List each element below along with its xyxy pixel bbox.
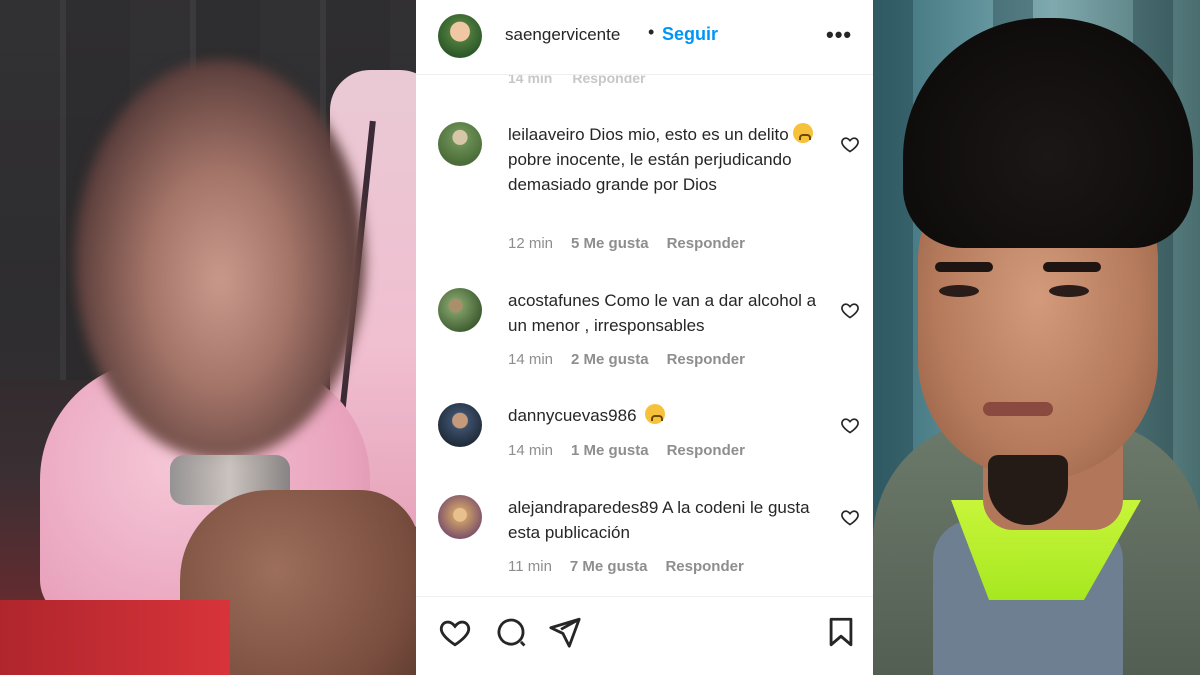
right-photo-man-portrait [873, 0, 1200, 675]
mouth [983, 402, 1053, 416]
right-eye [1049, 285, 1089, 297]
surprised-face-icon [645, 404, 666, 424]
comment-reply-button[interactable]: Responder [667, 442, 745, 459]
comment-meta: 12 min 5 Me gusta Responder [508, 235, 763, 252]
like-comment-heart-icon[interactable] [840, 507, 860, 527]
comment-likes[interactable]: 1 Me gusta [571, 442, 649, 459]
bookmark-icon[interactable] [824, 615, 858, 649]
comment-time: 12 min [508, 235, 554, 252]
comment-reply-button[interactable]: Responder [667, 235, 745, 252]
comment-meta: 11 min 7 Me gusta Responder [508, 558, 762, 575]
comment-time: 11 min [508, 558, 552, 575]
comment-meta: 14 min 1 Me gusta Responder [508, 442, 763, 459]
right-brow [1043, 262, 1101, 272]
heart-icon[interactable] [438, 615, 472, 649]
comment-avatar[interactable] [438, 288, 482, 332]
comment-meta: 14 min 2 Me gusta Responder [508, 351, 763, 368]
comment-username[interactable]: alejandraparedes89 [508, 498, 658, 517]
comment-likes[interactable]: 7 Me gusta [570, 558, 648, 575]
comment-text-continued: pobre inocente, le están perjudicando de… [508, 150, 792, 194]
comment-text: Dios mio, esto es un delito [589, 125, 789, 144]
comment-likes[interactable]: 2 Me gusta [571, 351, 649, 368]
comment-likes[interactable]: 5 Me gusta [571, 235, 649, 252]
post-author-avatar[interactable] [438, 14, 482, 58]
instagram-post-panel: 14 min Responder saengervicente • Seguir … [416, 0, 873, 675]
share-icon[interactable] [548, 615, 582, 649]
comment-body: acostafunes Como le van a dar alcohol a … [508, 288, 818, 338]
comment-reply-button[interactable]: Responder [665, 558, 743, 575]
separator-dot: • [648, 22, 655, 42]
blurred-face [75, 60, 365, 460]
comment-time: 14 min [508, 351, 554, 368]
comment-avatar[interactable] [438, 122, 482, 166]
comment-avatar[interactable] [438, 495, 482, 539]
like-comment-heart-icon[interactable] [840, 300, 860, 320]
comment-time: 14 min [508, 442, 554, 459]
follow-button[interactable]: Seguir [662, 24, 718, 45]
crying-face-icon [793, 123, 814, 143]
comment-body: dannycuevas986 [508, 403, 818, 428]
post-action-bar [416, 596, 873, 675]
comment-avatar[interactable] [438, 403, 482, 447]
more-options-icon[interactable]: ••• [826, 22, 852, 48]
comment-reply-button[interactable]: Responder [667, 351, 745, 368]
comment-username[interactable]: dannycuevas986 [508, 406, 637, 425]
red-blanket [0, 600, 230, 675]
comment-body: leilaaveiro Dios mio, esto es un delito … [508, 122, 818, 197]
comment-icon[interactable] [494, 615, 528, 649]
post-author-username[interactable]: saengervicente [505, 25, 620, 45]
post-header: saengervicente • Seguir ••• [416, 0, 873, 75]
comment-username[interactable]: leilaaveiro [508, 125, 585, 144]
left-brow [935, 262, 993, 272]
comment-body: alejandraparedes89 A la codeni le gusta … [508, 495, 818, 545]
left-eye [939, 285, 979, 297]
comment-username[interactable]: acostafunes [508, 291, 600, 310]
like-comment-heart-icon[interactable] [840, 415, 860, 435]
left-photo-blurred-baby [0, 0, 416, 675]
like-comment-heart-icon[interactable] [840, 134, 860, 154]
